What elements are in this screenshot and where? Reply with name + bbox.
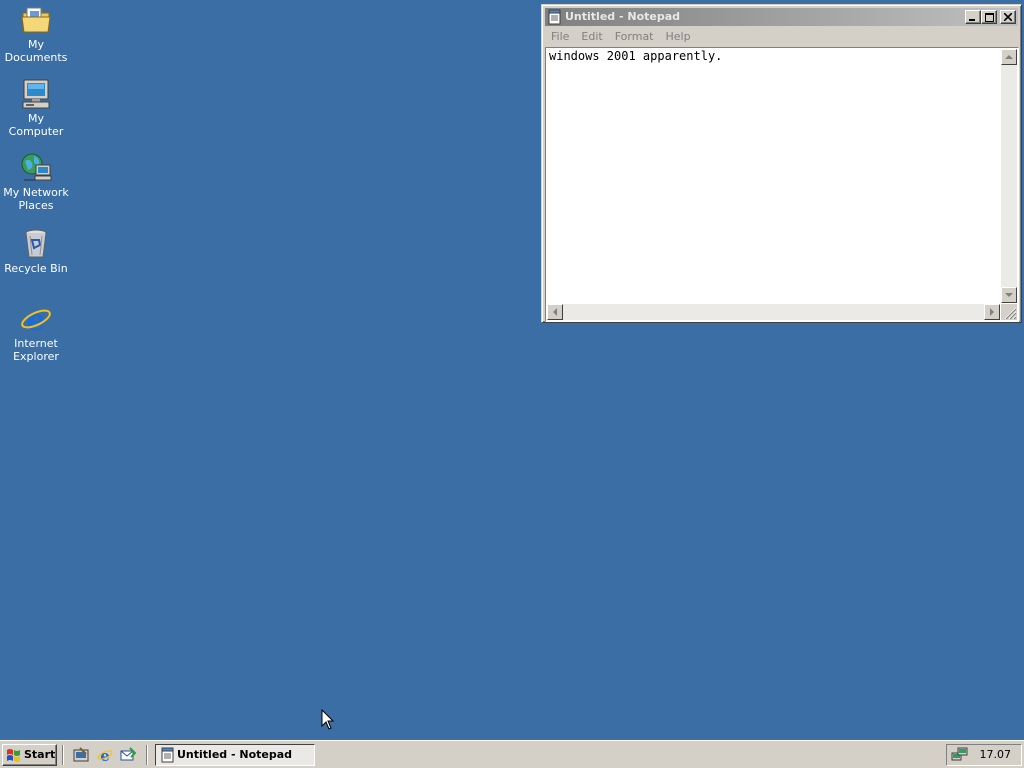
my-computer-icon: [22, 79, 50, 109]
desktop-icon-label: Recycle Bin: [4, 262, 68, 275]
menu-format[interactable]: Format: [609, 28, 660, 46]
desktop-icon-label: My Documents: [4, 38, 68, 64]
recycle-bin-icon: [25, 229, 47, 258]
internet-explorer-icon: e: [21, 303, 51, 335]
close-icon: [1004, 13, 1012, 21]
internet-explorer-icon[interactable]: e: [97, 747, 113, 763]
svg-text:e: e: [100, 747, 110, 763]
document-text[interactable]: windows 2001 apparently.: [549, 49, 722, 63]
start-label: Start: [24, 748, 56, 761]
outlook-express-icon[interactable]: [120, 747, 136, 763]
taskbar-button-label: Untitled - Notepad: [177, 748, 293, 761]
show-desktop-icon[interactable]: [73, 747, 89, 763]
resize-grip[interactable]: [1001, 304, 1017, 320]
mouse-pointer-icon: [321, 709, 335, 730]
menu-help[interactable]: Help: [660, 28, 697, 46]
network-places-icon: [21, 153, 52, 181]
desktop-icon-label: My Computer: [8, 112, 64, 138]
start-button[interactable]: Start: [2, 744, 57, 766]
menu-edit[interactable]: Edit: [575, 28, 608, 46]
close-button[interactable]: [1000, 10, 1016, 24]
my-documents-folder-icon: [21, 7, 51, 33]
network-icon[interactable]: [951, 747, 969, 763]
scroll-left-button[interactable]: [547, 304, 563, 320]
scroll-up-button[interactable]: [1001, 49, 1017, 65]
arrow-down-icon: [1005, 293, 1013, 297]
desktop-icon-label: My Network Places: [3, 186, 69, 212]
scroll-down-button[interactable]: [1001, 287, 1017, 303]
text-area[interactable]: windows 2001 apparently.: [545, 47, 1019, 322]
desktop-icon-label: Internet Explorer: [13, 337, 59, 363]
notepad-icon: [161, 747, 174, 763]
minimize-button[interactable]: [965, 10, 981, 24]
window-title: Untitled - Notepad: [565, 10, 681, 23]
horizontal-scrollbar[interactable]: [547, 304, 1000, 320]
minimize-icon: [969, 19, 975, 21]
notepad-icon: [548, 9, 561, 25]
taskbar-separator: [62, 745, 64, 765]
scroll-right-button[interactable]: [984, 304, 1000, 320]
vertical-scrollbar[interactable]: [1001, 49, 1017, 303]
desktop[interactable]: My Documents My Computer My Network Plac…: [0, 0, 1024, 740]
system-tray: 17.07: [946, 744, 1022, 766]
maximize-button[interactable]: [981, 10, 997, 24]
desktop-icon-recycle-bin[interactable]: Recycle Bin: [0, 228, 72, 275]
notepad-window[interactable]: Untitled - Notepad File Edit Format Help wi…: [541, 4, 1022, 323]
arrow-right-icon: [990, 308, 994, 316]
clock[interactable]: 17.07: [980, 745, 1012, 765]
arrow-up-icon: [1005, 55, 1013, 59]
desktop-icon-internet-explorer[interactable]: e Internet Explorer: [0, 303, 72, 363]
resize-grip-icon: [1004, 307, 1017, 320]
desktop-icon-my-computer[interactable]: My Computer: [0, 78, 72, 138]
svg-text:e: e: [26, 303, 45, 335]
windows-logo-icon: [7, 749, 20, 762]
taskbar-separator: [146, 745, 148, 765]
maximize-icon: [985, 13, 994, 22]
taskbar: Start e Untitled - Notepad 17.07: [0, 740, 1024, 768]
menu-bar: File Edit Format Help: [545, 28, 1018, 46]
desktop-icon-my-documents[interactable]: My Documents: [0, 4, 72, 64]
notepad-titlebar[interactable]: Untitled - Notepad: [545, 8, 1018, 26]
taskbar-button-notepad[interactable]: Untitled - Notepad: [155, 744, 315, 766]
menu-file[interactable]: File: [545, 28, 575, 46]
arrow-left-icon: [553, 308, 557, 316]
desktop-icon-my-network-places[interactable]: My Network Places: [0, 152, 72, 212]
